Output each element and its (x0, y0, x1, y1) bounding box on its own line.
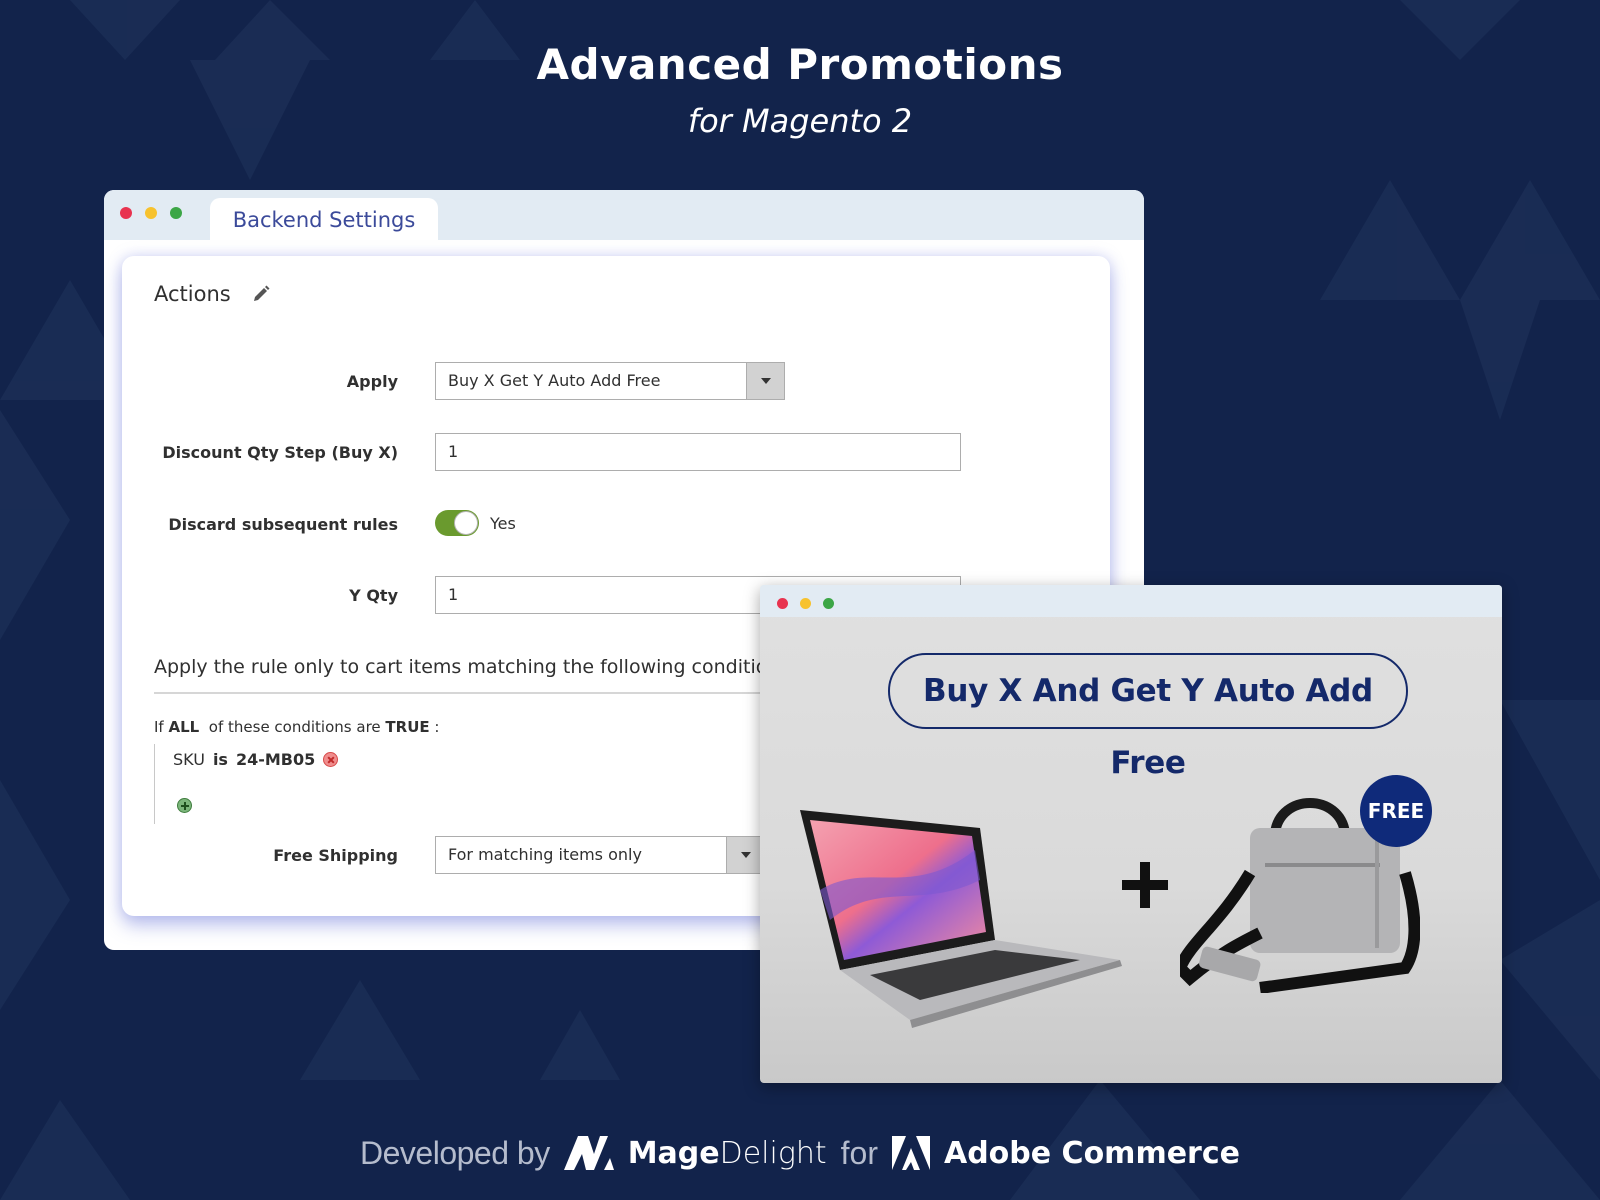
conditions-summary: If ALL of these conditions are TRUE : (154, 718, 439, 736)
window-titlebar (760, 585, 1502, 617)
discard-rules-toggle[interactable] (435, 510, 479, 536)
discount-qty-label: Discount Qty Step (Buy X) (162, 443, 398, 462)
discard-rules-row: Discard subsequent rules Yes (122, 505, 1110, 545)
conditions-block: SKU is 24-MB05 (154, 744, 454, 824)
free-shipping-select[interactable]: For matching items only (435, 836, 765, 874)
hero-subtitle: for Magento 2 (687, 102, 913, 140)
magedelight-logo-icon (563, 1136, 614, 1170)
discount-qty-input[interactable]: 1 (435, 433, 961, 471)
toggle-knob (454, 511, 478, 535)
discount-qty-value: 1 (448, 442, 459, 461)
middle-text: of these conditions are (208, 718, 381, 736)
aggregator-toggle[interactable]: ALL (169, 718, 200, 736)
brand-bold: Mage (627, 1135, 720, 1171)
pencil-edit-icon[interactable] (251, 284, 271, 304)
if-text: If (154, 718, 164, 736)
free-badge: FREE (1360, 775, 1432, 847)
minimize-dot-icon[interactable] (800, 598, 811, 609)
brand-light: Delight (719, 1135, 827, 1171)
remove-condition-icon[interactable] (323, 752, 339, 767)
for-text: for (840, 1134, 878, 1171)
window-controls (120, 207, 182, 219)
apply-select-value: Buy X Get Y Auto Add Free (448, 371, 661, 390)
maximize-dot-icon[interactable] (823, 598, 834, 609)
section-title: Actions (154, 282, 231, 306)
rule-value[interactable]: 24-MB05 (236, 750, 315, 769)
minimize-dot-icon[interactable] (145, 207, 157, 219)
free-shipping-label: Free Shipping (273, 846, 398, 865)
suffix-text: : (434, 718, 440, 736)
condition-rule: SKU is 24-MB05 (173, 750, 339, 769)
promo-title: Buy X And Get Y Auto Add Free (888, 653, 1408, 781)
chevron-down-icon[interactable] (726, 837, 764, 873)
close-dot-icon[interactable] (777, 598, 788, 609)
window-controls (777, 598, 834, 609)
rule-attribute: SKU (173, 750, 205, 769)
adobe-logo-icon (891, 1136, 930, 1170)
apply-select[interactable]: Buy X Get Y Auto Add Free (435, 362, 785, 400)
chevron-down-icon[interactable] (746, 363, 784, 399)
discard-rules-state: Yes (490, 514, 516, 533)
apply-label: Apply (346, 372, 398, 391)
discount-qty-row: Discount Qty Step (Buy X) 1 (122, 433, 1110, 473)
window-titlebar: Backend Settings (104, 190, 1144, 240)
actions-header: Actions (154, 282, 271, 306)
storefront-preview-window: Buy X And Get Y Auto Add Free FREE (760, 585, 1502, 1083)
close-dot-icon[interactable] (120, 207, 132, 219)
add-condition-icon[interactable] (177, 798, 192, 813)
y-qty-label: Y Qty (349, 586, 398, 605)
adobe-commerce-text: Adobe Commerce (943, 1135, 1240, 1171)
maximize-dot-icon[interactable] (170, 207, 182, 219)
tab-backend-settings[interactable]: Backend Settings (210, 198, 438, 240)
free-shipping-value: For matching items only (448, 845, 642, 864)
laptop-image (800, 810, 1122, 1028)
plus-icon (1122, 862, 1168, 908)
discard-rules-label: Discard subsequent rules (168, 515, 398, 534)
hero-title: Advanced Promotions (536, 40, 1064, 89)
y-qty-value: 1 (448, 585, 459, 604)
conditions-heading: Apply the rule only to cart items matchi… (154, 656, 790, 678)
rule-operator[interactable]: is (213, 750, 228, 769)
value-toggle[interactable]: TRUE (385, 718, 429, 736)
apply-row: Apply Buy X Get Y Auto Add Free (122, 362, 1110, 402)
developed-by-text: Developed by (360, 1134, 550, 1171)
footer-credits: Developed by MageDelight for Adobe Comme… (0, 1128, 1600, 1178)
magedelight-brand: MageDelight (628, 1136, 827, 1171)
